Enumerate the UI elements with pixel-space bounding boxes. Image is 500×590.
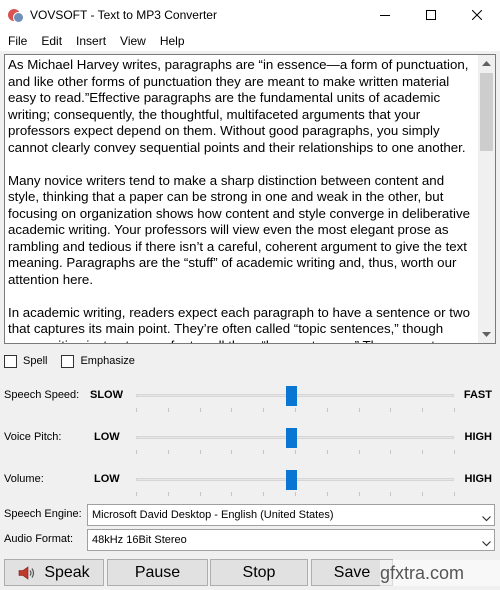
spell-label: Spell (23, 355, 48, 367)
speech-engine-row: Speech Engine: Microsoft David Desktop -… (0, 504, 500, 526)
voice-pitch-slider[interactable] (286, 428, 298, 448)
menu-bar: File Edit Insert View Help (0, 30, 500, 52)
window-title: VOVSOFT - Text to MP3 Converter (30, 8, 217, 22)
watermark: gfxtra.com (380, 560, 500, 586)
emphasize-checkbox[interactable]: Emphasize (61, 354, 135, 368)
voice-pitch-row: Voice Pitch: LOW HIGH (0, 426, 500, 454)
speaker-icon (18, 565, 36, 580)
speech-engine-select[interactable]: Microsoft David Desktop - English (Unite… (87, 504, 495, 526)
voice-pitch-label: Voice Pitch: (4, 431, 62, 443)
voice-pitch-low-label: LOW (94, 431, 120, 443)
speech-speed-low-label: SLOW (90, 389, 123, 401)
slider-tick (167, 408, 169, 412)
slider-tick (136, 408, 137, 412)
spell-checkbox-box[interactable] (4, 354, 17, 368)
slider-tick (390, 450, 392, 454)
volume-row: Volume: LOW HIGH (0, 468, 500, 496)
options-row: Spell Emphasize (4, 354, 149, 368)
emphasize-label: Emphasize (80, 355, 135, 367)
slider-tick (454, 450, 455, 454)
audio-format-value: 48kHz 16Bit Stereo (92, 534, 187, 546)
editor-paragraph: In academic writing, readers expect each… (8, 304, 470, 344)
slider-tick (422, 450, 424, 454)
slider-tick (390, 408, 392, 412)
emphasize-checkbox-box[interactable] (61, 354, 75, 368)
pause-button[interactable]: Pause (107, 559, 208, 586)
spell-checkbox[interactable]: Spell (4, 354, 48, 368)
menu-file[interactable]: File (0, 30, 34, 52)
slider-tick (326, 408, 328, 412)
slider-tick (167, 492, 169, 496)
slider-tick (358, 450, 360, 454)
menu-help[interactable]: Help (153, 30, 192, 52)
speech-speed-slider[interactable] (286, 386, 298, 406)
speak-button[interactable]: Speak (4, 559, 104, 586)
slider-tick (263, 492, 265, 496)
maximize-icon[interactable] (408, 0, 454, 30)
slider-tick (422, 408, 424, 412)
speech-engine-label: Speech Engine: (4, 508, 82, 520)
scrollbar-thumb[interactable] (480, 73, 493, 151)
slider-tick (295, 450, 296, 454)
slider-tick (231, 450, 233, 454)
watermark-text: gfxtra.com (380, 563, 465, 583)
speech-engine-value: Microsoft David Desktop - English (Unite… (92, 509, 334, 521)
chevron-down-icon[interactable] (482, 536, 491, 550)
audio-format-label: Audio Format: (4, 533, 74, 545)
stop-label: Stop (242, 563, 276, 581)
slider-tick (454, 408, 455, 412)
chevron-down-icon[interactable] (482, 511, 491, 525)
title-bar: VOVSOFT - Text to MP3 Converter (0, 0, 500, 30)
scroll-down-icon[interactable] (478, 326, 495, 343)
voice-pitch-high-label: HIGH (464, 431, 493, 443)
slider-tick (295, 408, 296, 412)
vertical-scrollbar[interactable] (478, 55, 495, 343)
slider-tick (422, 492, 424, 496)
slider-tick (263, 408, 265, 412)
editor-paragraph: Many novice writers tend to make a sharp… (8, 172, 470, 287)
menu-edit[interactable]: Edit (34, 30, 69, 52)
slider-tick (136, 450, 137, 454)
slider-tick (231, 492, 233, 496)
slider-tick (358, 408, 360, 412)
slider-tick (454, 492, 455, 496)
slider-tick (326, 492, 328, 496)
editor-content[interactable]: As Michael Harvey writes, paragraphs are… (5, 55, 479, 344)
menu-view[interactable]: View (113, 30, 153, 52)
slider-tick (231, 408, 233, 412)
slider-tick (390, 492, 392, 496)
stop-button[interactable]: Stop (210, 559, 308, 586)
pause-label: Pause (134, 563, 181, 581)
speech-speed-high-label: FAST (463, 389, 492, 401)
app-icon (8, 7, 24, 23)
slider-tick (295, 492, 296, 496)
text-editor[interactable]: As Michael Harvey writes, paragraphs are… (4, 54, 496, 344)
speech-speed-label: Speech Speed: (4, 389, 80, 401)
volume-label: Volume: (4, 473, 44, 485)
slider-tick (358, 492, 360, 496)
volume-low-label: LOW (94, 473, 120, 485)
slider-tick (263, 450, 265, 454)
volume-slider[interactable] (286, 470, 298, 490)
speech-speed-row: Speech Speed: SLOW FAST (0, 384, 500, 412)
close-icon[interactable] (454, 0, 500, 30)
audio-format-select[interactable]: 48kHz 16Bit Stereo (87, 529, 495, 551)
menu-insert[interactable]: Insert (69, 30, 113, 52)
minimize-icon[interactable] (362, 0, 408, 30)
slider-tick (326, 450, 328, 454)
speak-label: Speak (44, 563, 90, 581)
audio-format-row: Audio Format: 48kHz 16Bit Stereo (0, 529, 500, 551)
slider-tick (136, 492, 137, 496)
slider-tick (167, 450, 169, 454)
save-label: Save (333, 563, 371, 581)
slider-tick (199, 408, 201, 412)
slider-tick (199, 492, 201, 496)
volume-high-label: HIGH (464, 473, 493, 485)
editor-paragraph: As Michael Harvey writes, paragraphs are… (8, 57, 469, 155)
slider-tick (199, 450, 201, 454)
scroll-up-icon[interactable] (478, 55, 495, 72)
